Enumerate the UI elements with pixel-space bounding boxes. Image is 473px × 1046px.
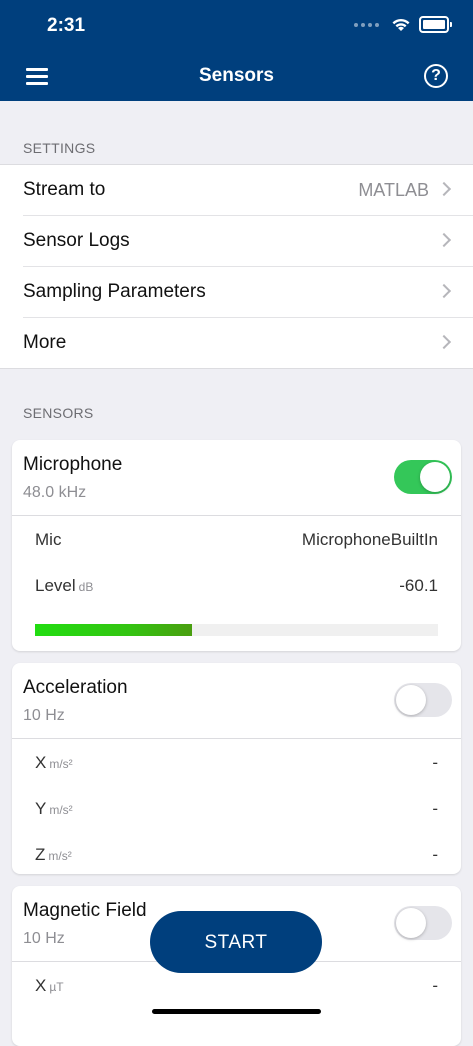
settings-section-header: SETTINGS xyxy=(23,140,96,156)
chevron-right-icon xyxy=(436,334,452,350)
card-title: Acceleration xyxy=(23,677,128,698)
card-sampling-rate: 10 Hz xyxy=(23,707,65,724)
question-mark-icon[interactable]: ? xyxy=(424,64,448,88)
acceleration-header: Acceleration 10 Hz xyxy=(12,663,461,739)
detail-label: Level dB xyxy=(35,576,93,596)
navigation-bar: 2:31 Sensors ? xyxy=(0,0,473,101)
settings-item-label: More xyxy=(23,332,67,353)
wifi-icon xyxy=(392,18,410,31)
magnetic-field-toggle[interactable] xyxy=(394,906,452,940)
acceleration-card: Acceleration 10 Hz Xm/s² - Ym/s² - Zm/s²… xyxy=(12,663,461,874)
axis-label: X xyxy=(35,753,47,772)
card-title: Magnetic Field xyxy=(23,900,147,921)
settings-item-more[interactable]: More xyxy=(23,318,473,368)
axis-row-y: Ym/s² - xyxy=(12,785,461,831)
axis-label: X xyxy=(35,976,47,995)
level-label: Level xyxy=(35,576,76,595)
chevron-right-icon xyxy=(436,232,452,248)
home-indicator xyxy=(152,1009,321,1014)
detail-value: -60.1 xyxy=(399,576,438,595)
axis-label: Z xyxy=(35,845,46,864)
toggle-knob xyxy=(420,462,450,492)
start-button[interactable]: START xyxy=(150,911,322,973)
microphone-toggle[interactable] xyxy=(394,460,452,494)
settings-item-stream-to[interactable]: Stream to MATLAB xyxy=(23,165,473,216)
level-unit: dB xyxy=(78,580,94,594)
settings-item-value: MATLAB xyxy=(358,179,429,200)
signal-dots-icon xyxy=(354,22,379,27)
settings-item-label: Sampling Parameters xyxy=(23,281,206,302)
detail-label: Ym/s² xyxy=(35,799,73,819)
microphone-header: Microphone 48.0 kHz xyxy=(12,440,461,516)
card-sampling-rate: 48.0 kHz xyxy=(23,484,87,501)
card-sampling-rate: 10 Hz xyxy=(23,930,65,947)
detail-value: MicrophoneBuiltIn xyxy=(301,530,438,549)
chevron-right-icon xyxy=(436,283,452,299)
detail-label: Zm/s² xyxy=(35,845,72,865)
axis-unit: m/s² xyxy=(49,803,73,817)
toggle-knob xyxy=(396,685,426,715)
axis-label: Y xyxy=(35,799,47,818)
level-meter-fill xyxy=(35,624,193,636)
axis-row-z: Zm/s² - xyxy=(12,831,461,874)
axis-value: - xyxy=(432,753,438,772)
level-meter xyxy=(35,624,438,636)
acceleration-toggle[interactable] xyxy=(394,683,452,717)
axis-unit: m/s² xyxy=(49,757,73,771)
axis-row-x: Xm/s² - xyxy=(12,739,461,785)
axis-value: - xyxy=(432,799,438,818)
detail-label: XµT xyxy=(35,976,64,996)
battery-icon xyxy=(419,16,452,33)
settings-item-sensor-logs[interactable]: Sensor Logs xyxy=(23,216,473,267)
sensors-section-header: SENSORS xyxy=(23,405,94,421)
page-title: Sensors xyxy=(199,65,274,86)
status-icons xyxy=(354,16,452,33)
axis-value: - xyxy=(432,976,438,995)
level-row: Level dB -60.1 xyxy=(12,562,461,608)
settings-item-label: Stream to xyxy=(23,179,106,200)
toggle-knob xyxy=(396,908,426,938)
mic-row: Mic MicrophoneBuiltIn xyxy=(12,516,461,562)
settings-item-sampling-parameters[interactable]: Sampling Parameters xyxy=(23,267,473,318)
card-title: Microphone xyxy=(23,454,123,475)
microphone-card: Microphone 48.0 kHz Mic MicrophoneBuiltI… xyxy=(12,440,461,651)
chevron-right-icon xyxy=(436,181,452,197)
detail-label: Xm/s² xyxy=(35,753,73,773)
axis-value: - xyxy=(432,845,438,864)
axis-unit: m/s² xyxy=(48,849,72,863)
status-time: 2:31 xyxy=(47,15,86,36)
settings-list: Stream to MATLAB Sensor Logs Sampling Pa… xyxy=(0,164,473,369)
settings-item-label: Sensor Logs xyxy=(23,230,130,251)
axis-unit: µT xyxy=(49,980,64,994)
detail-label: Mic xyxy=(35,530,62,549)
